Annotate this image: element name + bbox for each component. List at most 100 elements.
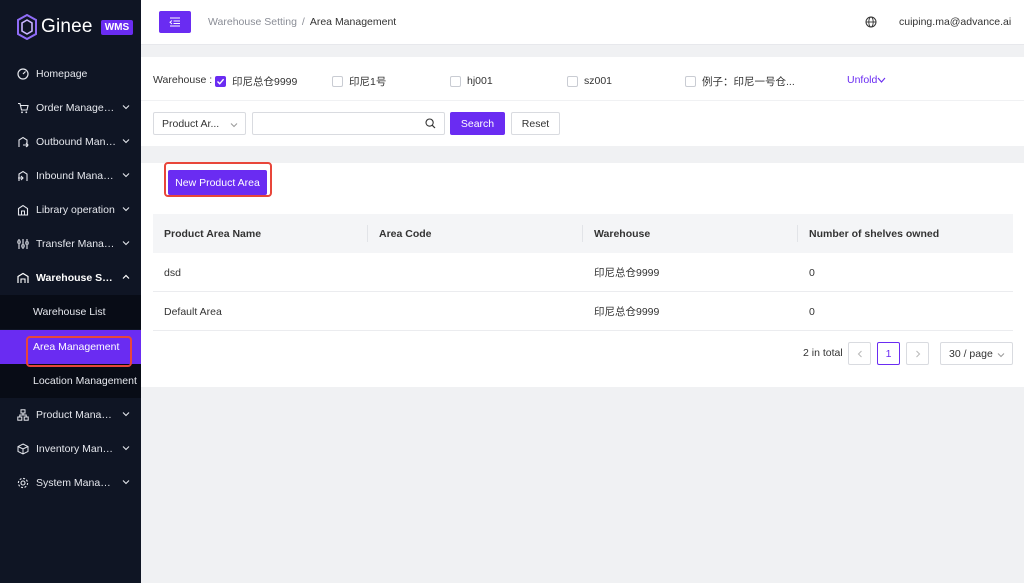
sidebar-item-warehouse-setting[interactable]: Warehouse Setting	[0, 261, 141, 295]
cell-product-area-name: dsd	[164, 266, 181, 279]
library-icon	[16, 204, 29, 217]
chevron-down-icon	[122, 139, 130, 144]
chevron-down-icon	[230, 123, 238, 128]
unfold-link[interactable]: Unfold	[847, 74, 886, 86]
chevron-down-icon	[122, 207, 130, 212]
cell-area-code	[368, 253, 379, 292]
warehouse-checkbox[interactable]: 印尼1号	[332, 74, 386, 88]
breadcrumb: Warehouse Setting / Area Management	[208, 16, 396, 28]
sidebar-item-label: Transfer Management	[36, 238, 116, 250]
chevron-right-icon	[915, 350, 920, 357]
sidebar-subitem-location-management[interactable]: Location Management	[0, 364, 141, 398]
sidebar-item-label: Product Management	[36, 409, 116, 421]
sidebar-item-transfer-management[interactable]: Transfer Management	[0, 227, 141, 261]
sidebar-item-label: System Management	[36, 477, 116, 489]
sidebar-item-inbound-management[interactable]: Inbound Management	[0, 159, 141, 193]
divider	[141, 100, 1024, 101]
chevron-down-icon	[877, 77, 886, 83]
page-size-select[interactable]: 30 / page	[940, 342, 1013, 365]
menu-toggle-button[interactable]	[159, 11, 191, 33]
sidebar-subitem-label: Warehouse List	[33, 306, 106, 318]
pagination-page-button[interactable]: 1	[877, 342, 900, 365]
pagination-prev-button[interactable]	[848, 342, 871, 365]
warehouse-checkbox[interactable]: sz001	[567, 74, 612, 88]
sidebar-item-label: Library operation	[36, 204, 115, 216]
settings-icon	[16, 477, 29, 490]
warehouse-checkbox[interactable]: 例子：印尼一号仓...	[685, 74, 795, 88]
sidebar-item-library-operation[interactable]: Library operation	[0, 193, 141, 227]
area-table-panel: New Product Area Product Area Name Area …	[141, 163, 1024, 387]
chevron-down-icon	[122, 480, 130, 485]
column-header-warehouse: Warehouse	[594, 227, 651, 240]
menu-collapse-icon	[169, 17, 180, 27]
table-row[interactable]: dsd 印尼总仓9999 0	[153, 253, 1013, 292]
warehouse-option-label: hj001	[467, 75, 493, 87]
unfold-label: Unfold	[847, 74, 878, 86]
sidebar-item-order-management[interactable]: Order Management	[0, 91, 141, 125]
sidebar-item-homepage[interactable]: Homepage	[0, 57, 141, 91]
cell-shelves-count: 0	[809, 305, 815, 318]
logo-text: Ginee	[41, 16, 93, 37]
chevron-down-icon	[122, 446, 130, 451]
sidebar-item-outbound-management[interactable]: Outbound Management	[0, 125, 141, 159]
chevron-down-icon	[997, 353, 1005, 358]
warehouse-label: Warehouse :	[153, 74, 213, 86]
logo[interactable]: Ginee WMS	[16, 12, 134, 42]
sidebar-subitem-label: Location Management	[33, 375, 137, 387]
user-email[interactable]: cuiping.ma@advance.ai	[899, 16, 1011, 28]
chevron-down-icon	[122, 173, 130, 178]
pagination-total: 2 in total	[803, 347, 843, 359]
search-input[interactable]	[252, 112, 445, 135]
search-field-select[interactable]: Product Ar...	[153, 112, 246, 135]
sidebar-item-inventory-management[interactable]: Inventory Management	[0, 432, 141, 466]
table-header: Product Area Name Area Code Warehouse Nu…	[153, 214, 1013, 253]
checkbox-icon	[567, 75, 578, 87]
warehouse-checkbox[interactable]: hj001	[450, 74, 493, 88]
logo-badge: WMS	[100, 19, 134, 35]
inbound-icon	[16, 170, 29, 183]
cell-area-code	[368, 292, 379, 331]
checkbox-checked-icon	[215, 75, 226, 87]
cell-product-area-name: Default Area	[164, 305, 222, 318]
sidebar-subitem-warehouse-list[interactable]: Warehouse List	[0, 295, 141, 329]
outbound-icon	[16, 136, 29, 149]
sidebar-subitem-area-management[interactable]: Area Management	[0, 330, 141, 364]
warehouse-checkbox[interactable]: 印尼总仓9999	[215, 74, 297, 88]
logo-icon	[17, 14, 37, 40]
product-icon	[16, 409, 29, 422]
transfer-icon	[16, 238, 29, 251]
warehouse-option-label: sz001	[584, 75, 613, 87]
warehouse-icon	[16, 272, 29, 285]
search-field-select-value: Product Ar...	[162, 118, 220, 130]
pagination-next-button[interactable]	[906, 342, 929, 365]
search-button[interactable]: Search	[450, 112, 505, 135]
breadcrumb-current: Area Management	[309, 16, 397, 28]
globe-icon[interactable]	[865, 16, 877, 28]
sidebar-item-label: Outbound Management	[36, 136, 116, 148]
sidebar-item-system-management[interactable]: System Management	[0, 466, 141, 500]
inventory-icon	[16, 443, 29, 456]
chevron-down-icon	[122, 105, 130, 110]
reset-button[interactable]: Reset	[511, 112, 560, 135]
new-product-area-button[interactable]: New Product Area	[168, 170, 267, 195]
column-header-product-area-name: Product Area Name	[164, 227, 262, 240]
sidebar: Ginee WMS Homepage Order Management Outb…	[0, 0, 141, 583]
top-header: Warehouse Setting / Area Management cuipin…	[141, 0, 1024, 45]
table-row[interactable]: Default Area 印尼总仓9999 0	[153, 292, 1013, 331]
cell-shelves-count: 0	[809, 266, 815, 279]
breadcrumb-separator: /	[301, 16, 305, 28]
warehouse-option-label: 例子：印尼一号仓...	[702, 75, 795, 88]
filter-panel: Warehouse : 印尼总仓9999 印尼1号 hj001 sz001 例子…	[141, 57, 1024, 146]
sidebar-item-label: Order Management	[36, 102, 116, 114]
cart-icon	[16, 102, 29, 115]
column-header-area-code: Area Code	[379, 227, 432, 240]
chevron-left-icon	[857, 350, 862, 357]
sidebar-subitem-label: Area Management	[33, 341, 120, 353]
breadcrumb-parent[interactable]: Warehouse Setting	[208, 16, 297, 28]
search-icon[interactable]	[425, 118, 436, 129]
column-header-shelves: Number of shelves owned	[809, 227, 940, 240]
sidebar-item-product-management[interactable]: Product Management	[0, 398, 141, 432]
dashboard-icon	[16, 68, 29, 81]
cell-warehouse: 印尼总仓9999	[594, 306, 660, 318]
sidebar-item-label: Warehouse Setting	[36, 272, 116, 284]
